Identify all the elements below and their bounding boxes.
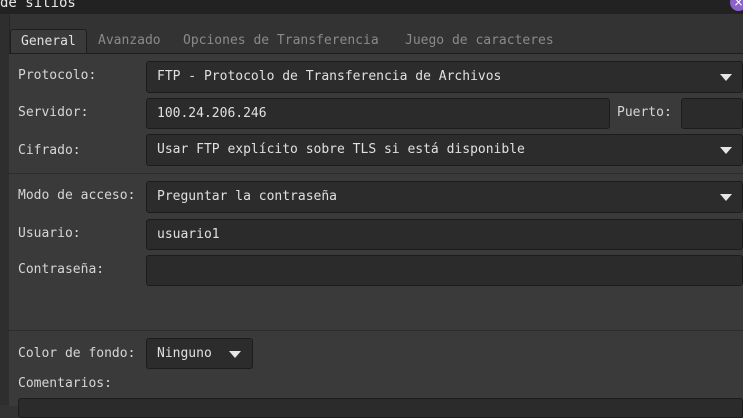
chevron-down-icon bbox=[720, 74, 732, 81]
comments-label: Comentarios: bbox=[18, 376, 112, 391]
encryption-label: Cifrado: bbox=[18, 143, 81, 158]
encryption-select[interactable]: Usar FTP explícito sobre TLS si está dis… bbox=[146, 134, 743, 166]
protocol-value: FTP - Protocolo de Transferencia de Arch… bbox=[157, 69, 502, 84]
tab-charset[interactable]: Juego de caracteres bbox=[405, 29, 554, 53]
divider bbox=[9, 173, 743, 174]
server-value: 100.24.206.246 bbox=[157, 106, 267, 121]
user-value: usuario1 bbox=[157, 227, 220, 242]
server-label: Servidor: bbox=[18, 105, 89, 120]
chevron-down-icon bbox=[229, 351, 241, 358]
background-color-label: Color de fondo: bbox=[18, 346, 136, 361]
port-label: Puerto: bbox=[617, 105, 672, 120]
close-button[interactable]: × bbox=[730, 0, 743, 11]
protocol-select[interactable]: FTP - Protocolo de Transferencia de Arch… bbox=[146, 61, 743, 93]
window-title: de sitios bbox=[0, 0, 76, 11]
access-mode-select[interactable]: Preguntar la contraseña bbox=[146, 181, 743, 213]
comments-textarea[interactable] bbox=[18, 398, 743, 418]
access-mode-value: Preguntar la contraseña bbox=[157, 189, 338, 204]
divider bbox=[9, 330, 743, 331]
background-color-select[interactable]: Ninguno bbox=[146, 338, 253, 369]
password-input[interactable] bbox=[146, 255, 743, 286]
background-color-value: Ninguno bbox=[157, 346, 212, 361]
tab-transfer-options[interactable]: Opciones de Transferencia bbox=[183, 29, 379, 53]
close-icon: × bbox=[733, 0, 743, 9]
user-label: Usuario: bbox=[18, 226, 81, 241]
user-input[interactable]: usuario1 bbox=[146, 219, 743, 250]
server-input[interactable]: 100.24.206.246 bbox=[146, 98, 610, 129]
tab-advanced[interactable]: Avanzado bbox=[98, 29, 161, 53]
title-bar: de sitios × bbox=[0, 0, 743, 14]
access-mode-label: Modo de acceso: bbox=[18, 188, 136, 203]
chevron-down-icon bbox=[720, 194, 732, 201]
tab-general[interactable]: General bbox=[10, 29, 87, 55]
password-label: Contraseña: bbox=[18, 262, 105, 277]
chevron-down-icon bbox=[720, 147, 732, 154]
general-panel: Protocolo: FTP - Protocolo de Transferen… bbox=[9, 53, 743, 418]
port-input[interactable] bbox=[681, 98, 743, 129]
protocol-label: Protocolo: bbox=[18, 68, 97, 83]
encryption-value: Usar FTP explícito sobre TLS si está dis… bbox=[157, 142, 525, 157]
